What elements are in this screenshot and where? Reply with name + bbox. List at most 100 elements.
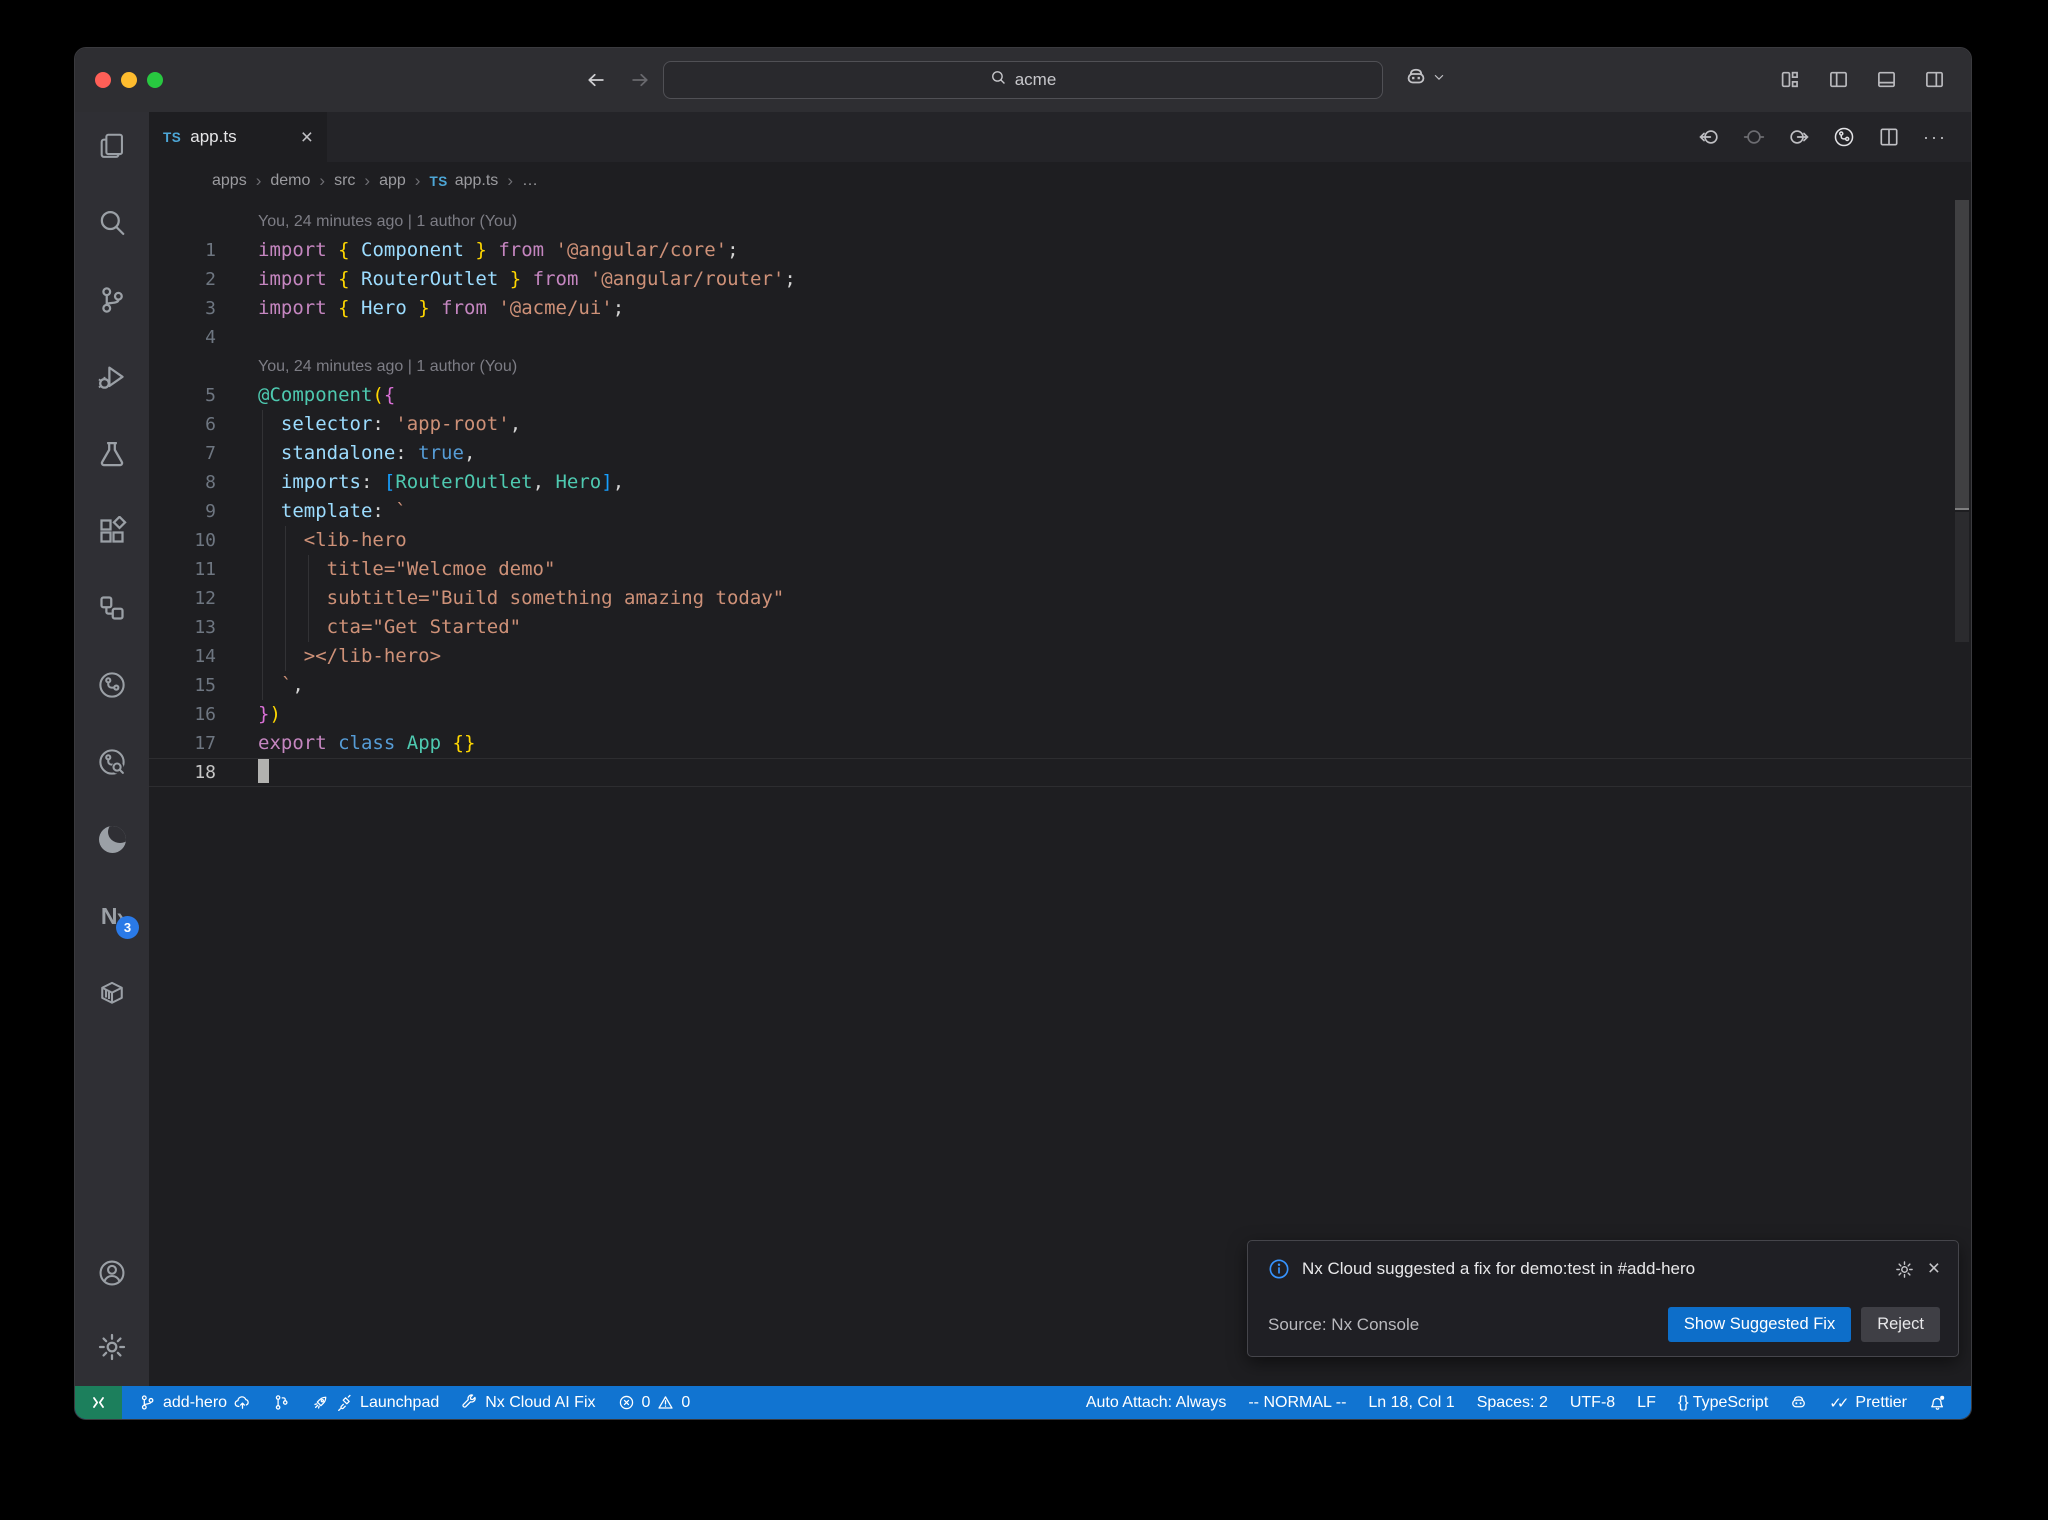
run-and-debug-icon[interactable] [97,362,127,392]
toggle-sidebar-right-icon[interactable] [1923,66,1945,92]
code-line-8[interactable]: 8 imports: [RouterOutlet, Hero], [149,468,1971,497]
extensions-icon[interactable] [97,516,127,546]
forward-arrow-icon[interactable] [627,65,653,95]
code-line-15[interactable]: 15 `, [149,671,1971,700]
status-vim-mode[interactable]: -- NORMAL -- [1237,1386,1357,1419]
code-line-18[interactable]: 18 [149,758,1971,787]
zoom-window-button[interactable] [147,72,163,88]
code-line-11[interactable]: 11 title="Welcmoe demo" [149,555,1971,584]
breadcrumb-item-src[interactable]: src [334,172,355,190]
status-copilot[interactable] [1779,1386,1818,1419]
title-bar[interactable]: acme [75,48,1971,112]
more-actions-icon[interactable]: ··· [1923,127,1947,148]
breadcrumb-item-[interactable]: … [522,172,538,190]
code-editor[interactable]: You, 24 minutes ago | 1 author (You) 1 imp… [149,200,1971,1386]
code-line-10[interactable]: 10 <lib-hero [149,526,1971,555]
show-suggested-fix-button[interactable]: Show Suggested Fix [1667,1307,1852,1342]
status-label: Spaces: 2 [1476,1393,1548,1411]
navigate-sync-icon[interactable] [1743,126,1765,148]
line-number: 9 [205,501,216,522]
vscode-window: acme N› 3 TS app.ts × ··· apps › demo › … [74,47,1972,1420]
status-launchpad[interactable]: Launchpad [301,1386,450,1419]
editor-scrollbar[interactable] [1955,200,1969,510]
containers-icon[interactable] [97,978,127,1008]
code-line-17[interactable]: 17 export class App {} [149,729,1971,758]
close-window-button[interactable] [95,72,111,88]
code-line-4[interactable]: 4 [149,323,1971,352]
code-line-2[interactable]: 2 import { RouterOutlet } from '@angular/… [149,265,1971,294]
code-line-13[interactable]: 13 cta="Get Started" [149,613,1971,642]
line-number: 5 [205,385,216,406]
tab-app-ts[interactable]: TS app.ts × [149,112,327,162]
status-notifications-bell[interactable] [1918,1386,1957,1419]
account-icon[interactable] [97,1258,127,1288]
status-eol[interactable]: LF [1626,1386,1667,1419]
line-number: 8 [205,472,216,493]
testing-icon[interactable] [97,439,127,469]
status-cursor-position[interactable]: Ln 18, Col 1 [1357,1386,1465,1419]
line-number: 18 [194,762,216,783]
search-icon [990,69,1007,91]
minimize-window-button[interactable] [121,72,137,88]
navigate-back-icon[interactable] [1698,126,1720,148]
nx-project-graph-icon[interactable] [1833,126,1855,148]
code-line-1[interactable]: 1 import { Component } from '@angular/cor… [149,236,1971,265]
customize-layout-icon[interactable] [1779,66,1801,92]
line-number: 6 [205,414,216,435]
breadcrumb-item-app[interactable]: app [379,172,406,190]
code-line-14[interactable]: 14 ></lib-hero> [149,642,1971,671]
notification-settings-gear-icon[interactable] [1894,1258,1916,1280]
command-center-search[interactable]: acme [663,61,1383,99]
status-indentation[interactable]: Spaces: 2 [1466,1386,1559,1419]
status-git-branch[interactable]: add-hero [128,1386,262,1419]
back-arrow-icon[interactable] [583,65,609,95]
copilot-menu[interactable] [1405,66,1446,93]
source-control-icon[interactable] [97,285,127,315]
status-problems[interactable]: 00 [607,1386,702,1419]
tab-close-icon[interactable]: × [301,127,313,148]
remote-targets-icon[interactable] [97,593,127,623]
code-line-5[interactable]: 5 @Component({ [149,381,1971,410]
notification-toast: Nx Cloud suggested a fix for demo:test i… [1247,1240,1959,1357]
search-sidebar-icon[interactable] [97,208,127,238]
breadcrumb-item-appts[interactable]: TS app.ts [429,172,498,190]
breadcrumb-separator: › [507,171,513,190]
git-graph-icon [273,1394,290,1411]
breadcrumb-item-demo[interactable]: demo [270,172,310,190]
status-label: Ln 18, Col 1 [1368,1393,1455,1411]
wrench-icon [461,1394,478,1411]
nx-graph-icon[interactable] [97,670,127,700]
status-encoding[interactable]: UTF-8 [1559,1386,1626,1419]
nx-console-icon[interactable]: N› 3 [97,901,139,939]
code-line-16[interactable]: 16}) [149,700,1971,729]
status-source-control-graph[interactable] [262,1386,301,1419]
git-blame-annotation: You, 24 minutes ago | 1 author (You) [258,213,518,230]
status-formatter[interactable]: ✓✓ Prettier [1818,1386,1918,1419]
status-auto-attach[interactable]: Auto Attach: Always [1075,1386,1238,1419]
chevron-down-icon [1432,70,1446,89]
code-line-6[interactable]: 6 selector: 'app-root', [149,410,1971,439]
breadcrumb-item-apps[interactable]: apps [212,172,247,190]
settings-gear-icon[interactable] [97,1332,127,1362]
split-editor-icon[interactable] [1878,126,1900,148]
toggle-panel-bottom-icon[interactable] [1875,66,1897,92]
code-line-3[interactable]: 3 import { Hero } from '@acme/ui'; [149,294,1971,323]
status-label: {} TypeScript [1677,1393,1769,1411]
status-remote-indicator[interactable] [75,1386,122,1419]
navigate-forward-icon[interactable] [1788,126,1810,148]
status-label: Auto Attach: Always [1085,1393,1227,1411]
reject-button[interactable]: Reject [1861,1307,1940,1342]
explorer-icon[interactable] [97,131,127,161]
status-label: UTF-8 [1569,1393,1616,1411]
line-number: 10 [194,530,216,551]
nx-graph-search-icon[interactable] [97,747,127,777]
code-line-7[interactable]: 7 standalone: true, [149,439,1971,468]
toggle-sidebar-left-icon[interactable] [1827,66,1849,92]
status-nx-cloud-ai-fix[interactable]: Nx Cloud AI Fix [450,1386,606,1419]
cloud-upload-icon [234,1394,251,1411]
edge-tools-icon[interactable] [97,824,127,854]
status-language-mode[interactable]: {} TypeScript [1667,1386,1779,1419]
notification-close-icon[interactable]: × [1928,1257,1940,1281]
code-line-9[interactable]: 9 template: ` [149,497,1971,526]
code-line-12[interactable]: 12 subtitle="Build something amazing tod… [149,584,1971,613]
